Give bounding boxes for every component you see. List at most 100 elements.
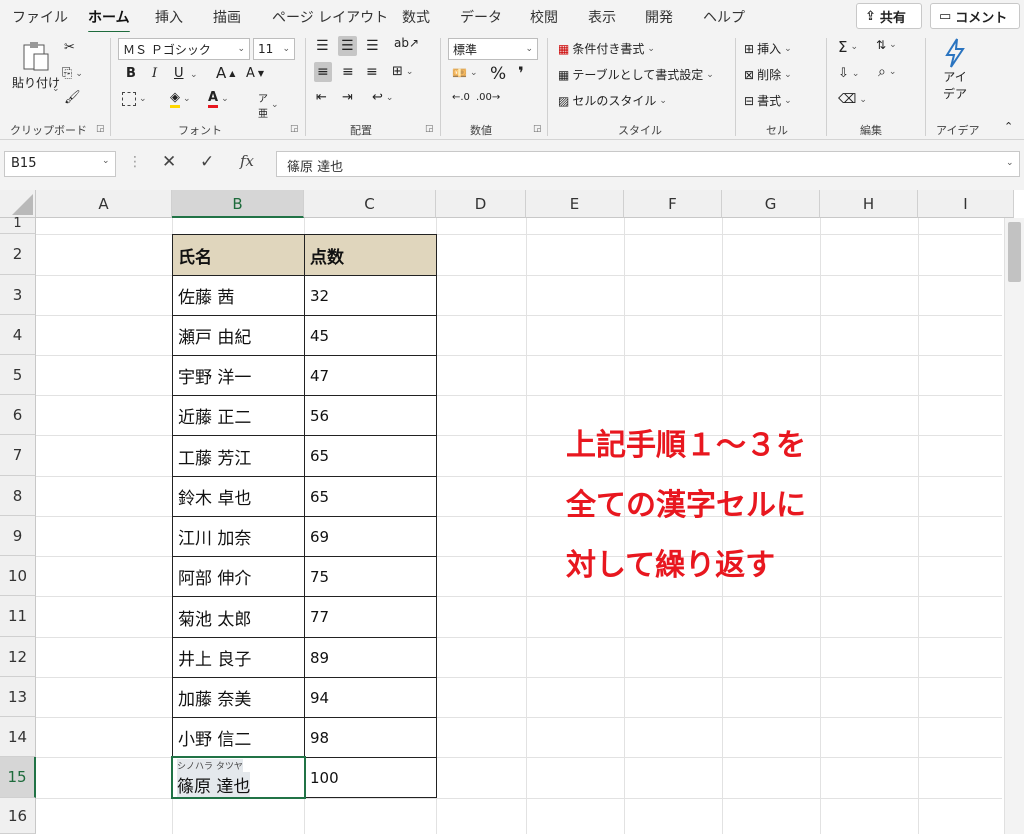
tab-file[interactable]: ファイル xyxy=(12,7,68,27)
table-cell-score[interactable]: 65 xyxy=(305,436,436,476)
column-header-a[interactable]: A xyxy=(36,190,172,218)
font-color-button[interactable]: A ⌄ xyxy=(208,90,229,108)
column-header-h[interactable]: H xyxy=(820,190,918,218)
font-name-select[interactable]: ＭＳ Ｐゴシック ⌄ xyxy=(118,38,250,60)
table-header-score[interactable]: 点数 xyxy=(305,235,436,275)
bold-button[interactable]: B xyxy=(126,66,136,81)
tab-home[interactable]: ホーム xyxy=(88,7,130,34)
fill-color-button[interactable]: ◈ ⌄ xyxy=(170,90,191,108)
table-cell-name[interactable]: 鈴木 卓也 xyxy=(173,477,304,516)
fill-icon[interactable]: ⇩ ⌄ xyxy=(838,66,859,81)
scroll-thumb[interactable] xyxy=(1008,222,1021,282)
find-select-icon[interactable]: ⌕ ⌄ xyxy=(878,64,896,80)
format-painter-icon[interactable]: 🖌 xyxy=(64,90,81,105)
enter-icon[interactable]: ✓ xyxy=(200,152,214,172)
currency-icon[interactable]: 💴 ⌄ xyxy=(452,66,478,80)
align-bottom-icon[interactable]: ☰ xyxy=(366,38,379,54)
delete-cells-button[interactable]: ⊠ 削除 ⌄ xyxy=(744,66,792,83)
conditional-formatting-button[interactable]: ▦ 条件付き書式 ⌄ xyxy=(558,40,655,57)
table-cell-score[interactable]: 47 xyxy=(305,356,436,395)
select-all-corner[interactable] xyxy=(0,190,36,218)
cut-icon[interactable]: ✂ xyxy=(64,40,75,55)
ideas-button[interactable]: アイ デア xyxy=(942,38,968,102)
row-header[interactable]: 8 xyxy=(0,476,36,516)
column-header-c[interactable]: C xyxy=(304,190,436,218)
row-header[interactable]: 1 xyxy=(0,217,36,234)
cancel-icon[interactable]: ✕ xyxy=(162,152,176,172)
tab-draw[interactable]: 描画 xyxy=(213,7,241,27)
format-as-table-button[interactable]: ▦ テーブルとして書式設定 ⌄ xyxy=(558,66,714,83)
expand-formula-icon[interactable]: ⌄ xyxy=(1006,158,1014,168)
table-cell-name[interactable]: 菊池 太郎 xyxy=(173,597,304,637)
tab-formulas[interactable]: 数式 xyxy=(402,7,430,27)
row-header[interactable]: 15 xyxy=(0,757,36,798)
decrease-indent-icon[interactable]: ⇤ xyxy=(316,90,327,105)
row-header[interactable]: 4 xyxy=(0,315,36,355)
table-cell-score[interactable]: 56 xyxy=(305,396,436,435)
comment-button[interactable]: ▭ コメント xyxy=(930,3,1020,29)
increase-decimal-icon[interactable]: ←.0 xyxy=(452,92,470,103)
table-cell-score[interactable]: 77 xyxy=(305,597,436,637)
table-cell-name[interactable]: 近藤 正二 xyxy=(173,396,304,435)
vertical-scrollbar[interactable] xyxy=(1004,218,1024,834)
row-header[interactable]: 16 xyxy=(0,798,36,834)
table-cell-score[interactable]: 75 xyxy=(305,557,436,596)
row-header[interactable]: 5 xyxy=(0,355,36,395)
collapse-ribbon-icon[interactable]: ⌃ xyxy=(1004,120,1013,133)
table-cell-score[interactable]: 100 xyxy=(305,758,436,798)
row-header[interactable]: 11 xyxy=(0,596,36,637)
table-cell-name[interactable]: 工藤 芳江 xyxy=(173,436,304,476)
row-header[interactable]: 9 xyxy=(0,516,36,556)
table-cell-name[interactable]: 宇野 洋一 xyxy=(173,356,304,395)
insert-function-button[interactable]: fx xyxy=(240,152,254,170)
row-header[interactable]: 2 xyxy=(0,234,36,275)
merge-cells-icon[interactable]: ⊞ ⌄ xyxy=(392,64,413,79)
increase-font-button[interactable]: A ▲ xyxy=(216,64,235,82)
copy-icon[interactable]: ⎘ ⌄ xyxy=(62,66,83,81)
format-cells-button[interactable]: ⊟ 書式 ⌄ xyxy=(744,92,792,109)
drag-handle-icon[interactable]: ⋮ xyxy=(128,154,142,170)
sort-filter-icon[interactable]: ⇅ ⌄ xyxy=(876,38,897,52)
chevron-down-icon[interactable]: ⌄ xyxy=(52,84,60,94)
tab-view[interactable]: 表示 xyxy=(588,7,616,27)
align-right-icon[interactable]: ≡ xyxy=(366,64,378,80)
phonetic-button[interactable]: ア亜 ⌄ xyxy=(258,90,279,120)
border-button[interactable]: ⌄ xyxy=(122,92,147,106)
align-middle-icon[interactable]: ☰ xyxy=(338,36,357,56)
column-header-i[interactable]: I xyxy=(918,190,1014,218)
align-top-icon[interactable]: ☰ xyxy=(316,38,329,54)
dialog-launcher-icon[interactable]: ◲ xyxy=(290,124,299,134)
dialog-launcher-icon[interactable]: ◲ xyxy=(96,124,105,134)
italic-button[interactable]: I xyxy=(152,66,157,81)
decrease-font-button[interactable]: A ▼ xyxy=(246,66,264,81)
row-header[interactable]: 3 xyxy=(0,275,36,315)
tab-insert[interactable]: 挿入 xyxy=(155,7,183,27)
table-cell-score[interactable]: 69 xyxy=(305,517,436,556)
underline-button[interactable]: U xyxy=(174,66,184,81)
table-cell-name[interactable]: 佐藤 茜 xyxy=(173,276,304,315)
share-button[interactable]: ⇪ 共有 xyxy=(856,3,922,29)
table-cell-score[interactable]: 32 xyxy=(305,276,436,315)
row-header[interactable]: 14 xyxy=(0,717,36,757)
increase-indent-icon[interactable]: ⇥ xyxy=(342,90,353,105)
table-cell-name[interactable]: 瀬戸 由紀 xyxy=(173,316,304,355)
row-header[interactable]: 12 xyxy=(0,637,36,677)
autosum-icon[interactable]: Σ ⌄ xyxy=(838,38,858,56)
align-left-icon[interactable]: ≡ xyxy=(314,62,332,82)
insert-cells-button[interactable]: ⊞ 挿入 ⌄ xyxy=(744,40,792,57)
tab-review[interactable]: 校閲 xyxy=(530,7,558,27)
formula-input[interactable]: 篠原 達也 xyxy=(276,151,1020,177)
tab-data[interactable]: データ xyxy=(460,7,502,27)
table-cell-name[interactable]: 小野 信二 xyxy=(173,718,304,757)
table-cell-name[interactable]: 江川 加奈 xyxy=(173,517,304,556)
wrap-text-icon[interactable]: ↩ ⌄ xyxy=(372,90,393,105)
clear-icon[interactable]: ⌫ ⌄ xyxy=(838,92,867,107)
percent-button[interactable]: % xyxy=(490,64,506,84)
dialog-launcher-icon[interactable]: ◲ xyxy=(425,124,434,134)
table-cell-score[interactable]: 65 xyxy=(305,477,436,516)
number-format-select[interactable]: 標準 ⌄ xyxy=(448,38,538,60)
name-box[interactable]: B15 xyxy=(4,151,116,177)
cell-styles-button[interactable]: ▨ セルのスタイル ⌄ xyxy=(558,92,667,109)
table-cell-score[interactable]: 94 xyxy=(305,678,436,717)
column-header-f[interactable]: F xyxy=(624,190,722,218)
